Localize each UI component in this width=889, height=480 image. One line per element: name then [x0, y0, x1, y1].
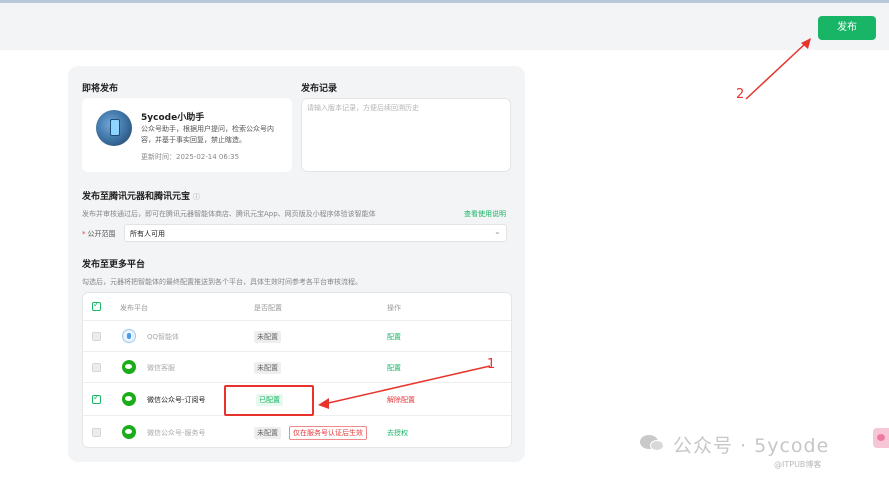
sticker-icon [873, 428, 889, 448]
watermark-sub: @ITPUB博客 [774, 460, 822, 469]
arrow-head-1 [318, 398, 329, 409]
annotation-label-2: 2 [736, 87, 745, 102]
watermark-text: 公众号 · 5ycode [673, 435, 830, 457]
annotation-arrow-1 [323, 365, 491, 405]
annotation-arrows [318, 38, 811, 409]
wechat-logo-icon [640, 433, 668, 453]
annotation-label-1: 1 [487, 357, 496, 372]
arrow-head-2 [801, 38, 811, 49]
annotation-arrow-2 [745, 42, 807, 100]
watermark: 公众号 · 5ycode [640, 431, 870, 457]
